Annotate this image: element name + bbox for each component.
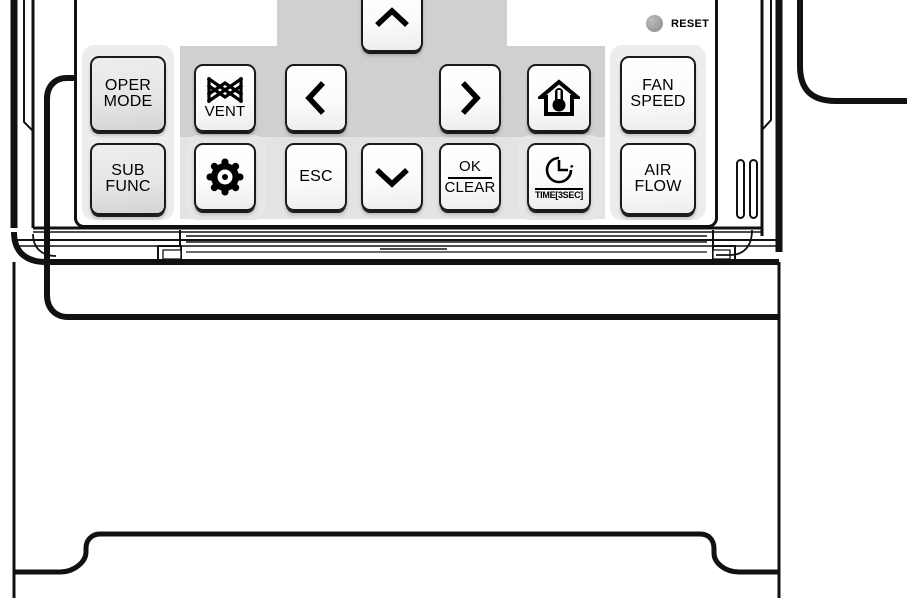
nav-right-button[interactable]	[439, 64, 501, 132]
reset-indicator: RESET	[646, 15, 709, 32]
chevron-right-icon	[457, 79, 483, 117]
chevron-left-icon	[303, 79, 329, 117]
gear-icon	[205, 157, 245, 197]
vent-icon	[206, 76, 244, 104]
clear-label: CLEAR	[444, 178, 496, 196]
ok-clear-button[interactable]: OK CLEAR	[439, 143, 501, 211]
settings-button[interactable]	[194, 143, 256, 211]
sub-func-button[interactable]: SUB FUNC	[90, 143, 166, 215]
vent-button[interactable]: VENT	[194, 64, 256, 132]
timer-button[interactable]: TIME[3SEC]	[527, 143, 591, 211]
esc-label: ESC	[299, 167, 333, 185]
reset-lamp-icon	[646, 15, 663, 32]
sub-func-label-line1: SUB	[111, 161, 145, 179]
house-thermometer-icon	[538, 78, 580, 118]
diagram-stage: RESET OPER MODE VENT FAN SPEED SUB FUNC …	[0, 0, 907, 598]
oper-mode-button[interactable]: OPER MODE	[90, 56, 166, 132]
timer-caption: TIME[3SEC]	[534, 189, 583, 200]
nav-left-button[interactable]	[285, 64, 347, 132]
oper-mode-label-line1: OPER	[104, 76, 152, 94]
oper-mode-label-line2: MODE	[103, 93, 153, 110]
chevron-down-icon	[373, 164, 411, 190]
esc-button[interactable]: ESC	[285, 143, 347, 211]
air-flow-label-line1: AIR	[644, 161, 672, 179]
vent-label: VENT	[204, 103, 246, 121]
nav-down-button[interactable]	[361, 143, 423, 211]
nav-up-button[interactable]	[361, 0, 423, 52]
fan-speed-button[interactable]: FAN SPEED	[620, 56, 696, 132]
fan-speed-label-line1: FAN	[642, 76, 674, 94]
room-temp-button[interactable]	[527, 64, 591, 132]
ok-label: OK	[458, 158, 482, 176]
air-flow-label-line2: FLOW	[634, 178, 682, 195]
chevron-up-icon	[373, 5, 411, 31]
reset-label: RESET	[671, 17, 710, 30]
clock-icon	[542, 154, 576, 186]
sub-func-label-line2: FUNC	[105, 178, 151, 195]
fan-speed-label-line2: SPEED	[630, 93, 686, 110]
air-flow-button[interactable]: AIR FLOW	[620, 143, 696, 215]
